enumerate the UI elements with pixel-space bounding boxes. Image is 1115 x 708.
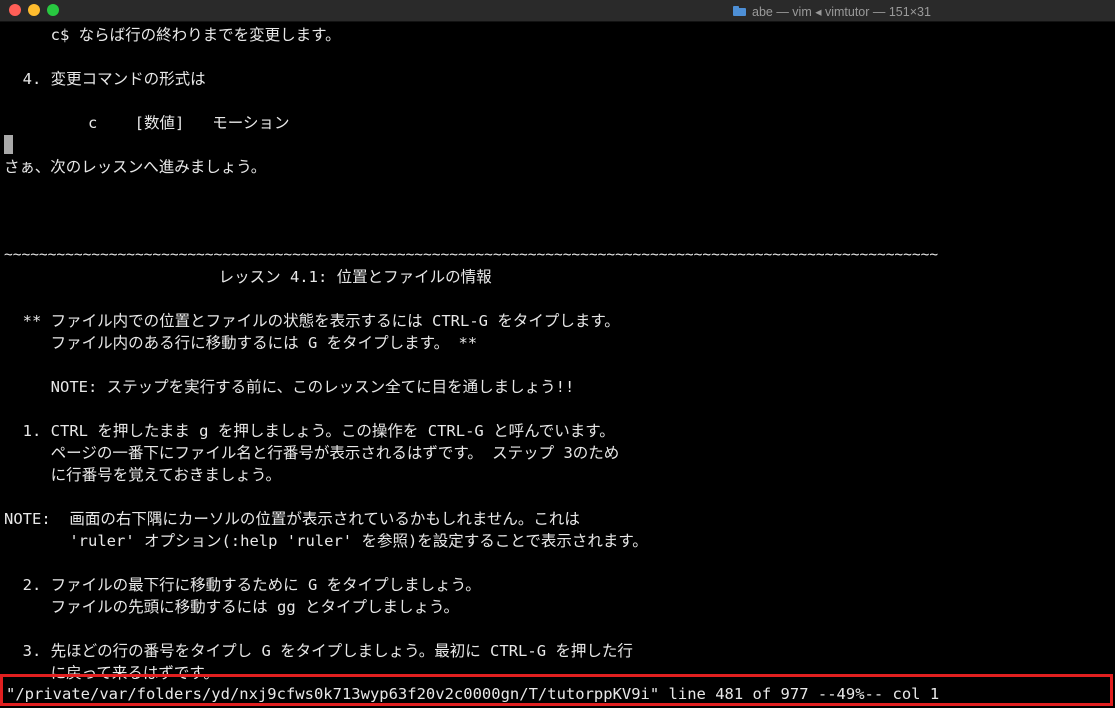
text-line: NOTE: ステップを実行する前に、このレッスン全てに目を通しましょう!! <box>4 378 575 396</box>
file-info-message: "/private/var/folders/yd/nxj9cfws0k713wy… <box>6 685 940 703</box>
title-bar: abe — vim ◂ vimtutor — 151×31 <box>0 0 1115 22</box>
vim-editor-area[interactable]: c$ ならば行の終わりまでを変更します。 4. 変更コマンドの形式は c [数値… <box>0 22 1115 708</box>
folder-icon <box>733 6 746 16</box>
terminal-window: abe — vim ◂ vimtutor — 151×31 c$ ならば行の終わ… <box>0 0 1115 708</box>
text-line: NOTE: 画面の右下隅にカーソルの位置が表示されているかもしれません。これは <box>4 510 580 528</box>
text-line: 1. CTRL を押したまま g を押しましょう。この操作を CTRL-G と呼… <box>4 422 615 440</box>
lesson-heading: レッスン 4.1: 位置とファイルの情報 <box>4 268 492 286</box>
text-line: ファイルの先頭に移動するには gg とタイプしましょう。 <box>4 598 460 616</box>
window-title: abe — vim ◂ vimtutor — 151×31 <box>752 4 931 19</box>
window-title-area: abe — vim ◂ vimtutor — 151×31 <box>733 3 931 19</box>
text-line: 'ruler' オプション(:help 'ruler' を参照)を設定することで… <box>4 532 648 550</box>
separator-line: ~~~~~~~~~~~~~~~~~~~~~~~~~~~~~~~~~~~~~~~~… <box>4 247 939 263</box>
text-line: c [数値] モーション <box>4 114 290 132</box>
text-line: に行番号を覚えておきましょう。 <box>4 466 281 484</box>
minimize-button[interactable] <box>28 4 40 16</box>
text-line: c$ ならば行の終わりまでを変更します。 <box>4 26 341 44</box>
zoom-button[interactable] <box>47 4 59 16</box>
text-line: ** ファイル内での位置とファイルの状態を表示するには CTRL-G をタイプし… <box>4 312 620 330</box>
vim-status-line: "/private/var/folders/yd/nxj9cfws0k713wy… <box>0 674 1113 706</box>
text-line: ファイル内のある行に移動するには G をタイプします。 ** <box>4 334 478 352</box>
text-line: さぁ、次のレッスンへ進みましょう。 <box>4 158 267 176</box>
text-line: 2. ファイルの最下行に移動するために G をタイプしましょう。 <box>4 576 481 594</box>
text-line: 3. 先ほどの行の番号をタイプし G をタイプしましょう。最初に CTRL-G … <box>4 642 633 660</box>
text-line: 4. 変更コマンドの形式は <box>4 70 206 88</box>
text-line: ページの一番下にファイル名と行番号が表示されるはずです。 ステップ 3のため <box>4 444 620 462</box>
close-button[interactable] <box>9 4 21 16</box>
text-cursor <box>4 135 13 154</box>
